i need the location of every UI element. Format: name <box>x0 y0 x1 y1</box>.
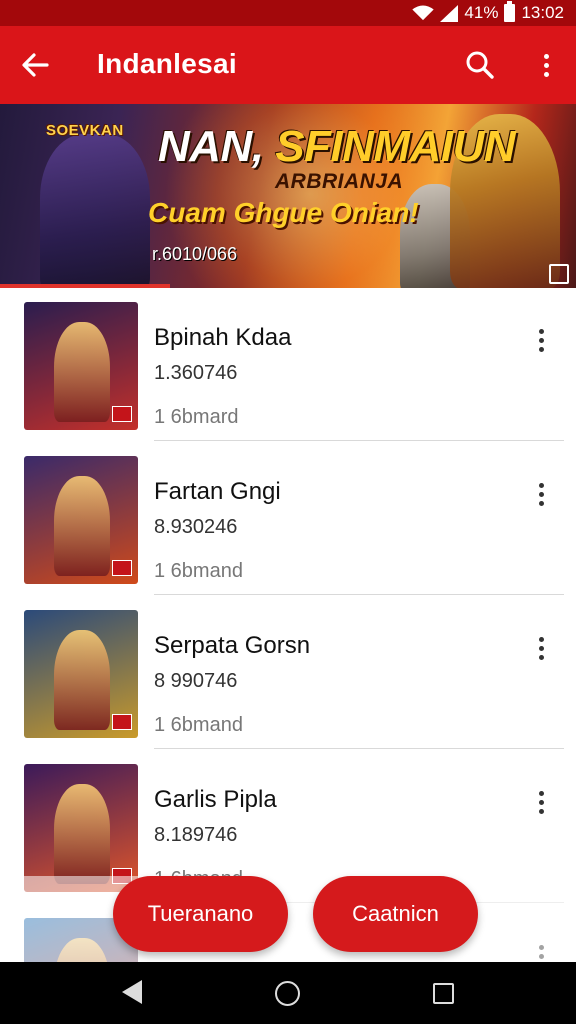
back-button[interactable] <box>16 46 54 84</box>
item-overflow-button[interactable] <box>526 628 556 668</box>
thumbnail-badge-icon <box>112 406 132 422</box>
game-thumbnail[interactable] <box>24 302 138 430</box>
more-vert-icon <box>538 482 544 506</box>
list-divider <box>154 440 564 441</box>
more-vert-icon <box>538 790 544 814</box>
banner-logo: SOEVKAN <box>46 122 124 139</box>
game-name: Fartan Gngi <box>154 478 281 505</box>
status-bar: 41% 13:02 <box>0 0 576 26</box>
navigation-bar <box>0 962 576 1024</box>
banner-hero-left <box>40 134 150 288</box>
more-vert-icon <box>538 636 544 660</box>
banner-tagline: Cuam Ghgue Onian! <box>148 197 419 228</box>
game-thumbnail[interactable] <box>24 764 138 892</box>
battery-percent: 41% <box>464 3 499 22</box>
bottom-fade <box>0 876 576 962</box>
game-list-item[interactable]: Fartan Gngi 8.930246 1 6bmand <box>0 442 576 596</box>
nav-home-icon[interactable] <box>275 981 300 1006</box>
game-size: 8.930246 <box>154 516 238 538</box>
status-icons: 41% 13:02 <box>412 1 564 23</box>
overflow-menu-button[interactable] <box>528 45 564 85</box>
banner-title-accent: SFINMAIUN <box>275 122 516 171</box>
banner-subtitle: ARBRIANJA <box>275 170 404 193</box>
app-title: Indanlesai <box>97 48 237 79</box>
list-divider <box>154 748 564 749</box>
game-downloads: 1 6bmard <box>154 406 239 428</box>
game-thumbnail[interactable] <box>24 456 138 584</box>
thumbnail-figure <box>54 476 110 576</box>
game-size: 8.189746 <box>154 824 238 846</box>
thumbnail-figure <box>54 322 110 422</box>
signal-icon <box>440 4 459 22</box>
search-button[interactable] <box>460 45 500 85</box>
secondary-action-button[interactable]: Caatnicn <box>313 876 478 952</box>
banner-title: NAN, SFINMAIUN <box>158 122 516 172</box>
app-bar: Indanlesai <box>0 26 576 104</box>
item-overflow-button[interactable] <box>526 782 556 822</box>
game-size: 1.360746 <box>154 362 238 384</box>
game-name: Serpata Gorsn <box>154 632 311 659</box>
banner-title-main: NAN, <box>158 122 276 171</box>
thumbnail-badge-icon <box>112 714 132 730</box>
item-overflow-button[interactable] <box>526 474 556 514</box>
banner-badge-icon <box>549 264 569 284</box>
item-overflow-button[interactable] <box>526 320 556 360</box>
game-thumbnail[interactable] <box>24 610 138 738</box>
nav-back-icon[interactable] <box>122 980 142 1004</box>
list-divider <box>154 594 564 595</box>
battery-icon <box>504 1 516 22</box>
primary-action-button[interactable]: Tueranano <box>113 876 288 952</box>
search-icon <box>466 51 494 79</box>
thumbnail-figure <box>54 784 110 884</box>
game-name: Bpinah Kdaa <box>154 324 292 351</box>
banner-code: r.6010/066 <box>152 244 238 264</box>
arrow-left-icon <box>22 53 49 77</box>
screen: 41% 13:02 Indanlesai SOEVKAN NAN, SFINMA… <box>0 0 576 1024</box>
more-vert-icon <box>543 53 549 77</box>
clock: 13:02 <box>521 3 564 22</box>
game-size: 8 990746 <box>154 670 238 692</box>
game-list-item[interactable]: Bpinah Kdaa 1.360746 1 6bmard <box>0 288 576 442</box>
thumbnail-figure <box>54 630 110 730</box>
more-vert-icon <box>538 328 544 352</box>
nav-recents-icon[interactable] <box>433 983 454 1004</box>
thumbnail-badge-icon <box>112 560 132 576</box>
game-name: Garlis Pipla <box>154 786 277 813</box>
game-downloads: 1 6bmand <box>154 714 243 736</box>
wifi-icon <box>412 5 435 21</box>
game-downloads: 1 6bmand <box>154 560 243 582</box>
game-list-item[interactable]: Serpata Gorsn 8 990746 1 6bmand <box>0 596 576 750</box>
